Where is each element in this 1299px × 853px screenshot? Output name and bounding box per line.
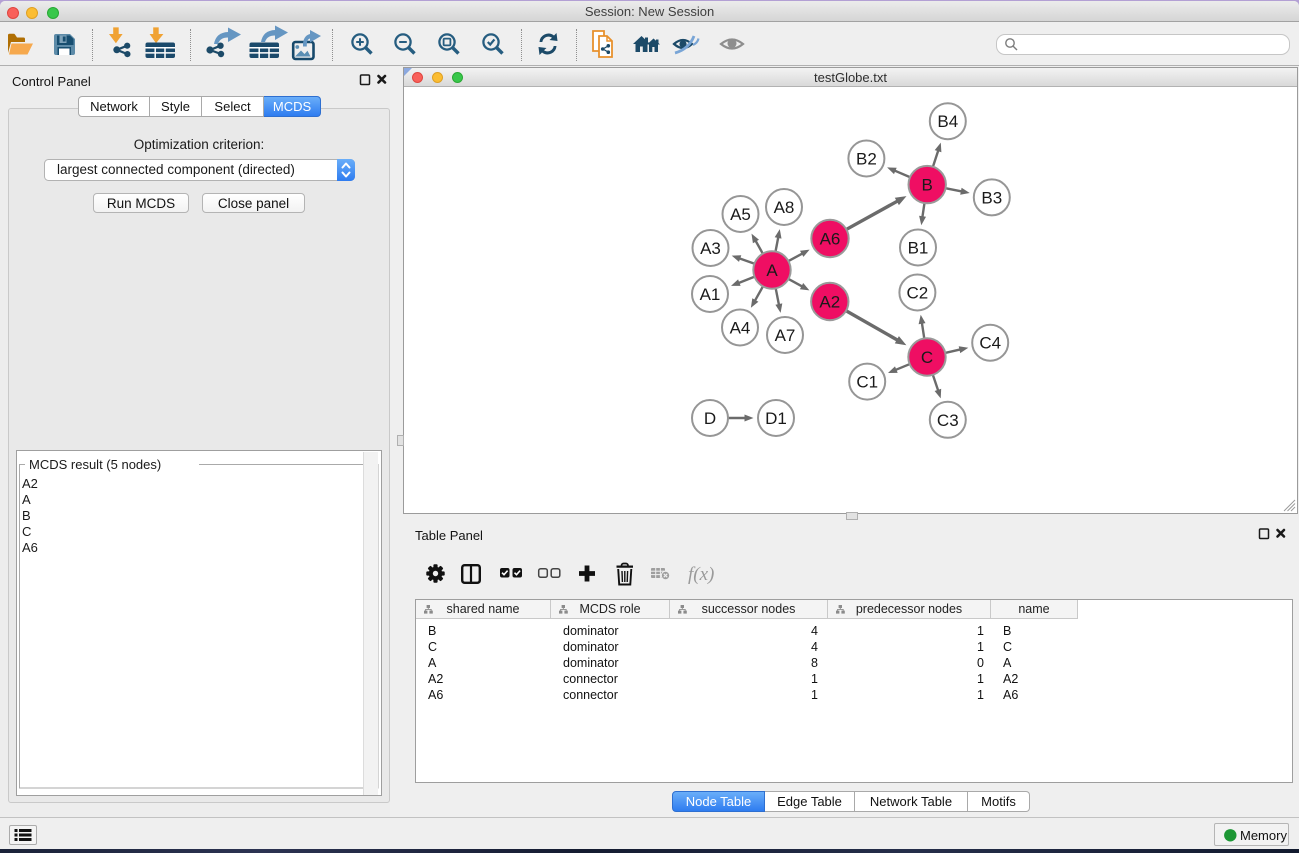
svg-text:B: B bbox=[922, 176, 933, 195]
svg-text:A6: A6 bbox=[820, 230, 841, 249]
svg-text:B2: B2 bbox=[856, 150, 877, 169]
svg-text:A5: A5 bbox=[730, 205, 751, 224]
svg-text:C1: C1 bbox=[856, 373, 878, 392]
svg-text:A4: A4 bbox=[730, 319, 751, 338]
svg-text:B4: B4 bbox=[937, 112, 958, 131]
svg-text:C3: C3 bbox=[937, 411, 959, 430]
svg-text:A7: A7 bbox=[775, 326, 796, 345]
svg-text:f(x): f(x) bbox=[688, 564, 714, 585]
svg-text:A: A bbox=[766, 261, 778, 280]
svg-text:B3: B3 bbox=[981, 188, 1002, 207]
svg-text:D1: D1 bbox=[765, 409, 787, 428]
svg-text:C: C bbox=[921, 348, 933, 367]
svg-text:A3: A3 bbox=[700, 239, 721, 258]
svg-text:B1: B1 bbox=[908, 239, 929, 258]
svg-text:A1: A1 bbox=[700, 285, 721, 304]
svg-text:A8: A8 bbox=[774, 198, 795, 217]
svg-text:C2: C2 bbox=[907, 284, 929, 303]
svg-text:C4: C4 bbox=[979, 334, 1001, 353]
svg-text:A2: A2 bbox=[819, 293, 840, 312]
svg-text:D: D bbox=[704, 409, 716, 428]
